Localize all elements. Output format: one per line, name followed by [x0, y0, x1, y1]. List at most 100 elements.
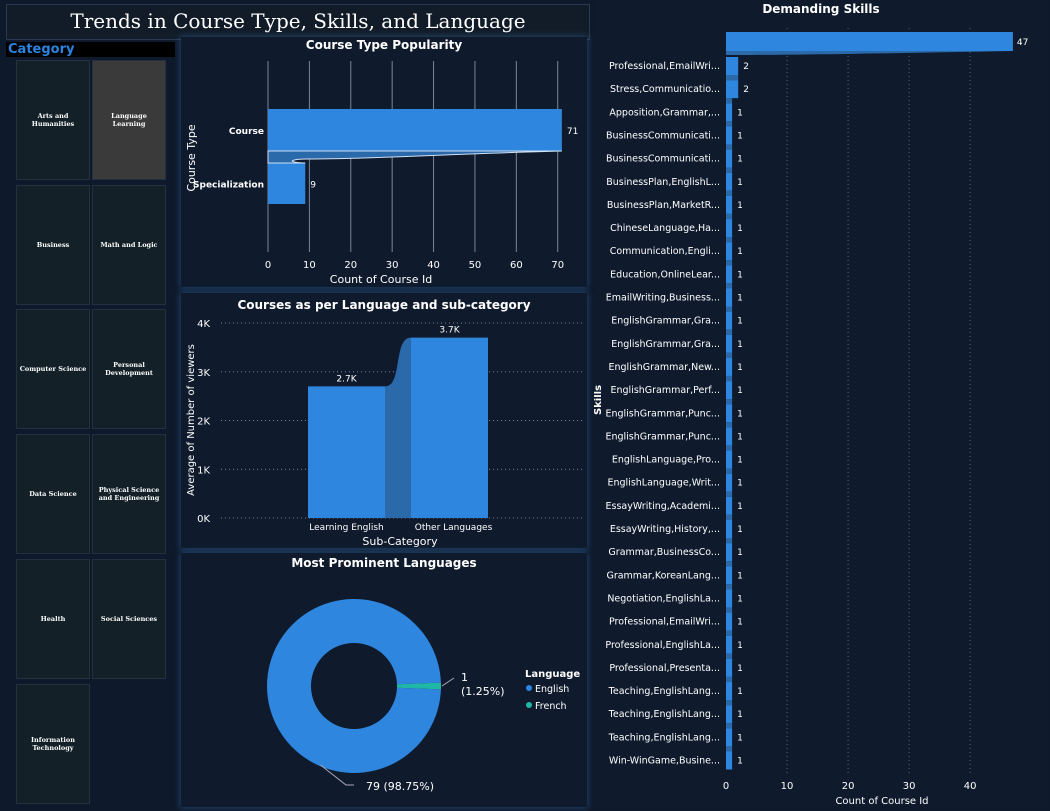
- skills-ribbon-segment: [726, 700, 733, 706]
- skills-ribbon-segment: [726, 584, 733, 590]
- skills-category-label: EnglishLanguage,Pro...: [612, 455, 720, 466]
- skills-data-label: 1: [737, 733, 743, 743]
- skills-data-label: 1: [737, 108, 743, 118]
- skills-bar: [726, 242, 733, 261]
- course-type-tick-label: 70: [551, 260, 564, 271]
- skills-ribbon-segment: [726, 75, 739, 81]
- course-type-category-label: Course: [229, 127, 264, 137]
- skills-data-label: 1: [737, 594, 743, 604]
- skills-ribbon-segment: [726, 607, 733, 613]
- skills-x-axis-label: Count of Course Id: [835, 796, 928, 807]
- languages-data-label-french-pct: (1.25%): [461, 685, 505, 698]
- skills-bar: [726, 566, 733, 585]
- skills-data-label: 1: [737, 525, 743, 535]
- course-type-tick-label: 40: [427, 260, 440, 271]
- skills-panel: Demanding Skills 0 10 20 30 40 47 Professional…: [593, 0, 1048, 807]
- skills-ribbon-segment: [726, 468, 733, 474]
- skills-ribbon-segment: [726, 283, 733, 289]
- skills-title: Demanding Skills: [762, 2, 880, 16]
- skills-data-label: 1: [737, 618, 743, 628]
- skills-category-label: Win-WinGame,Busine...: [609, 756, 720, 767]
- language-data-label: 3.7K: [439, 326, 460, 336]
- language-category-label: Other Languages: [415, 523, 493, 533]
- languages-legend-label-english: English: [535, 684, 569, 695]
- course-type-title: Course Type Popularity: [305, 38, 463, 52]
- skills-data-label-top: 47: [1017, 38, 1028, 48]
- category-tile-math-and-logic[interactable]: Math and Logic: [92, 185, 166, 305]
- language-data-label: 2.7K: [336, 374, 357, 384]
- languages-legend-label-french: French: [535, 701, 567, 712]
- course-type-panel: Course Type Popularity 0 10 20 30 40 50 60 70 Co…: [181, 37, 587, 287]
- skills-category-label: EnglishGrammar,Perf...: [610, 385, 720, 396]
- skills-data-label: 1: [737, 757, 743, 767]
- skills-ribbon-segment: [726, 375, 733, 382]
- language-bar: [308, 386, 385, 518]
- skills-category-label: EssayWriting,History,...: [610, 524, 720, 535]
- language-tick-label: 3K: [197, 368, 210, 379]
- skills-data-label: 1: [737, 641, 743, 651]
- skills-bar: [726, 311, 733, 330]
- skills-data-label: 1: [737, 386, 743, 396]
- skills-bar: [726, 381, 733, 400]
- skills-category-label: EssayWriting,Academi...: [606, 501, 721, 512]
- skills-category-label: Teaching,EnglishLang...: [608, 709, 720, 720]
- category-tile-health[interactable]: Health: [16, 559, 90, 679]
- skills-bar: [726, 496, 733, 515]
- category-tile-data-science[interactable]: Data Science: [16, 434, 90, 554]
- course-type-x-axis-label: Count of Course Id: [330, 273, 432, 286]
- dashboard-title-box: Trends in Course Type, Skills, and Langu…: [6, 4, 590, 65]
- skills-category-label: Stress,Communicatio...: [610, 84, 720, 95]
- course-type-tick-label: 20: [344, 260, 357, 271]
- skills-ribbon-segment: [726, 746, 733, 752]
- skills-data-label: 1: [737, 270, 743, 280]
- skills-bar-top: [726, 32, 1013, 51]
- skills-data-label: 1: [737, 294, 743, 304]
- skills-bar: [726, 172, 733, 191]
- skills-category-label: EnglishGrammar,Punc...: [605, 431, 720, 442]
- skills-bar: [726, 520, 733, 538]
- category-tile-physical-science-and-engineering[interactable]: Physical Science and Engineering: [92, 434, 166, 554]
- category-tile-personal-development[interactable]: Personal Development: [92, 309, 166, 429]
- skills-ribbon-segment: [726, 329, 733, 335]
- skills-ribbon-segment: [726, 491, 733, 497]
- language-tick-label: 4K: [197, 319, 210, 330]
- languages-legend-marker: [526, 685, 532, 691]
- skills-tick-label: 0: [723, 781, 729, 792]
- language-subcategory-chart: 0K 1K 2K 3K 4K 2.7K Learning English 3.7K Other …: [186, 319, 583, 548]
- skills-data-label: 1: [737, 224, 743, 234]
- course-type-category-label: Specialization: [193, 181, 264, 191]
- category-tile-language-learning[interactable]: Language Learning: [92, 60, 166, 180]
- skills-ribbon-segment: [726, 190, 733, 196]
- skills-tick-label: 40: [964, 781, 977, 792]
- skills-data-label: 1: [737, 502, 743, 512]
- language-ribbon: [385, 337, 411, 518]
- skills-ribbon-segment: [726, 260, 733, 266]
- category-tile-social-sciences[interactable]: Social Sciences: [92, 559, 166, 679]
- skills-bar: [726, 635, 733, 654]
- category-tile-business[interactable]: Business: [16, 185, 90, 305]
- language-subcategory-panel: Courses as per Language and sub-category…: [181, 293, 587, 548]
- language-bar: [411, 337, 488, 518]
- skills-category-label: Apposition,Grammar,...: [609, 107, 720, 118]
- skills-data-label: 1: [737, 548, 743, 558]
- skills-bar: [726, 265, 733, 284]
- skills-ribbon-segment: [726, 213, 733, 220]
- skills-category-label: Professional,EmailWri...: [609, 617, 720, 628]
- category-tile-information-technology[interactable]: Information Technology: [16, 684, 90, 804]
- skills-y-axis-label: Skills: [594, 385, 604, 415]
- category-tile-computer-science[interactable]: Computer Science: [16, 309, 90, 429]
- skills-data-label: 1: [737, 317, 743, 327]
- skills-data-label: 1: [737, 201, 743, 211]
- skills-bar: [726, 57, 739, 75]
- skills-bar: [726, 658, 733, 677]
- skills-ribbon-segment: [726, 98, 733, 104]
- category-tile-arts-and-humanities[interactable]: Arts and Humanities: [16, 60, 90, 180]
- skills-ribbon-segment: [726, 422, 733, 428]
- skills-ribbon-segment: [726, 676, 733, 683]
- skills-bar: [726, 751, 733, 770]
- skills-ribbon-segment: [726, 653, 733, 659]
- skills-data-label: 2: [743, 85, 749, 95]
- languages-legend-marker: [526, 702, 532, 708]
- skills-data-label: 1: [737, 178, 743, 188]
- skills-data-label: 1: [737, 479, 743, 489]
